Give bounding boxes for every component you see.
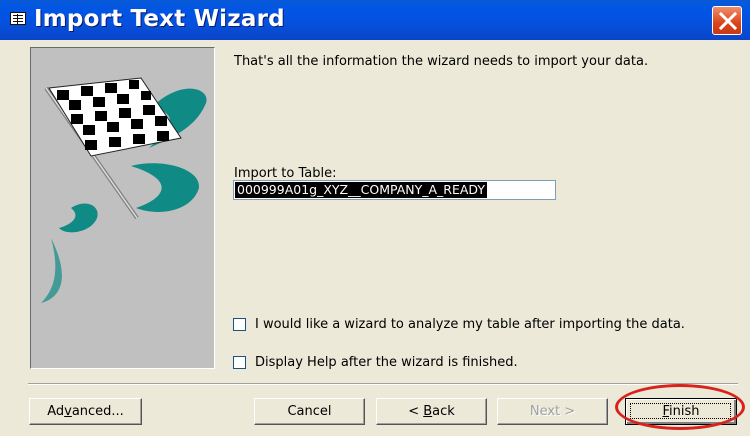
analyze-table-label[interactable]: I would like a wizard to analyze my tabl… [255, 317, 725, 332]
analyze-table-checkbox[interactable] [233, 318, 246, 331]
import-to-table-label: Import to Table: [234, 166, 337, 181]
close-icon [719, 12, 737, 30]
wizard-banner [30, 47, 215, 369]
cancel-button[interactable]: Cancel [254, 398, 365, 425]
table-name-field[interactable]: 000999A01g_XYZ__COMPANY_A_READY [233, 180, 556, 200]
next-button[interactable]: Next > [497, 398, 608, 425]
table-name-value: 000999A01g_XYZ__COMPANY_A_READY [235, 182, 488, 198]
window-title: Import Text Wizard [34, 6, 285, 32]
back-button[interactable]: < Back [376, 398, 487, 425]
advanced-label-post: anced... [71, 404, 124, 419]
back-label-pre: < [408, 404, 424, 419]
focus-rect [630, 403, 731, 419]
cancel-label: Cancel [287, 404, 332, 419]
title-bar[interactable]: Import Text Wizard [0, 0, 750, 40]
footer-separator [28, 383, 738, 385]
advanced-accesskey: v [64, 404, 72, 419]
display-help-label[interactable]: Display Help after the wizard is finishe… [255, 355, 518, 370]
back-accesskey: B [423, 404, 433, 419]
next-label: Next > [529, 404, 576, 419]
back-label-post: ack [432, 404, 455, 419]
advanced-label-pre: Ad [47, 404, 65, 419]
info-text: That's all the information the wizard ne… [234, 54, 649, 69]
advanced-button[interactable]: Advanced... [29, 398, 142, 425]
display-help-checkbox[interactable] [233, 356, 246, 369]
close-button[interactable] [712, 6, 742, 35]
table-icon[interactable] [10, 12, 26, 25]
checkered-flag-icon [41, 77, 207, 303]
finish-button[interactable]: Finish [625, 398, 737, 425]
